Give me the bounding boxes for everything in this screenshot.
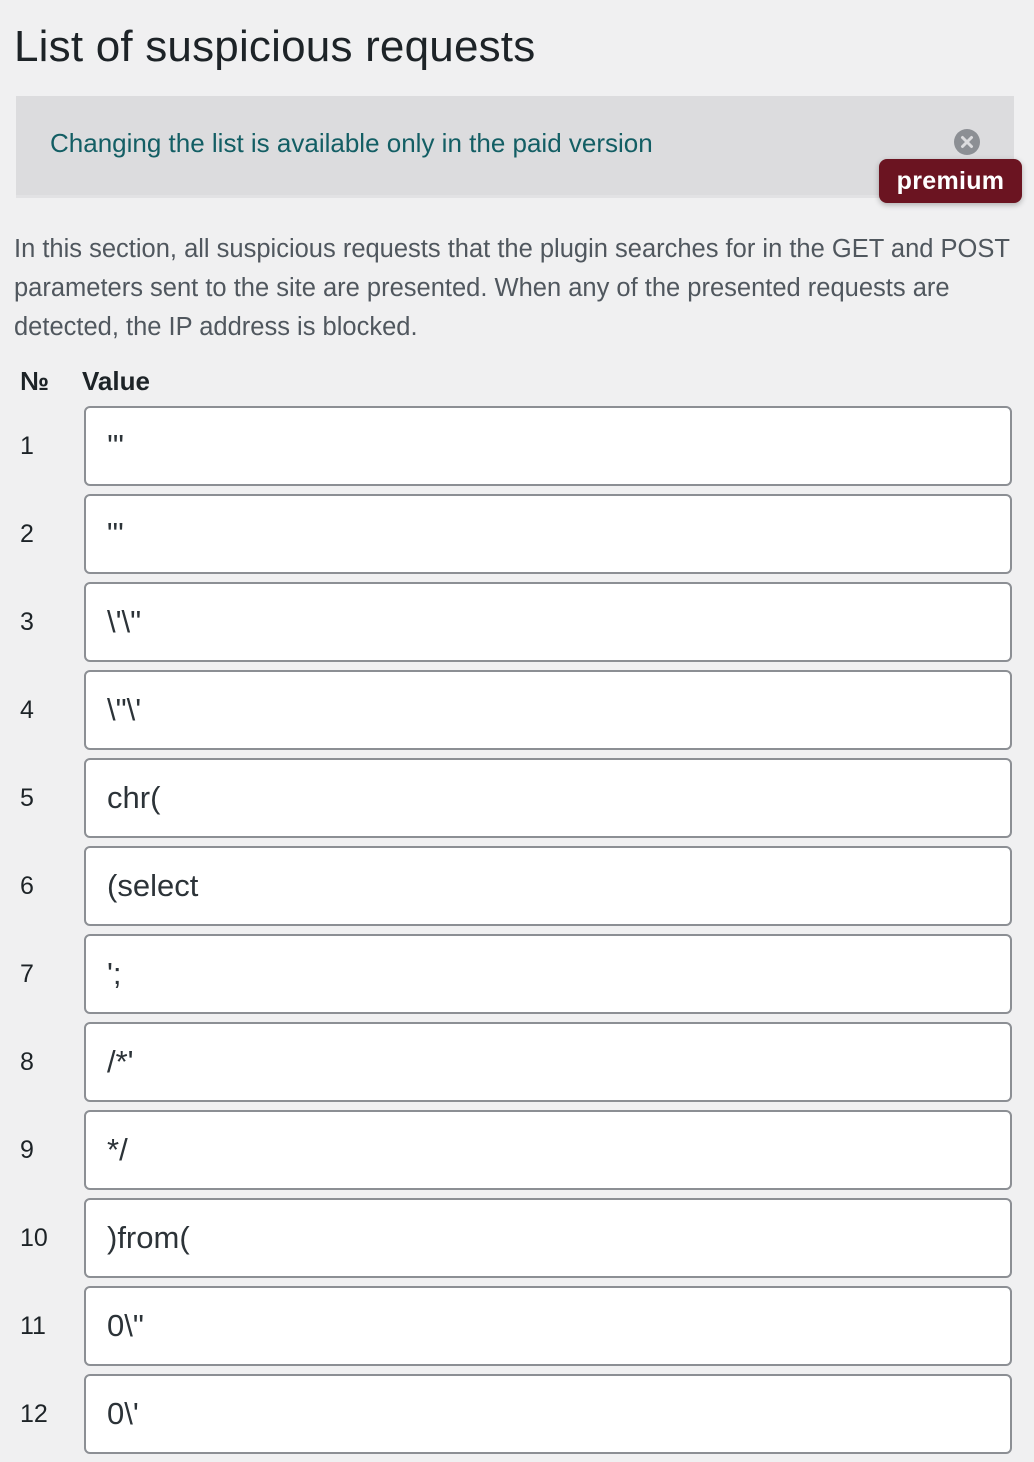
value-input[interactable] xyxy=(84,494,1012,574)
value-input[interactable] xyxy=(84,1198,1012,1278)
value-input[interactable] xyxy=(84,582,1012,662)
premium-notice: Changing the list is available only in t… xyxy=(16,96,1014,198)
table-row: 6 xyxy=(0,846,1034,926)
row-number: 4 xyxy=(20,696,34,724)
value-input[interactable] xyxy=(84,1374,1012,1454)
table-row: 9 xyxy=(0,1110,1034,1190)
row-number: 11 xyxy=(20,1312,46,1340)
notice-message: Changing the list is available only in t… xyxy=(50,128,653,158)
column-header-value: Value xyxy=(82,366,150,396)
column-header-number: № xyxy=(20,366,49,396)
table-row: 4 xyxy=(0,670,1034,750)
table-row: 10 xyxy=(0,1198,1034,1278)
value-input[interactable] xyxy=(84,846,1012,926)
close-circle-icon[interactable] xyxy=(954,129,980,155)
value-input[interactable] xyxy=(84,1286,1012,1366)
row-number: 10 xyxy=(20,1224,48,1252)
row-number: 7 xyxy=(20,960,34,988)
requests-list: 1 2 3 4 5 6 7 8 9 10 11 12 xyxy=(0,406,1034,1462)
value-input[interactable] xyxy=(84,670,1012,750)
table-row: 1 xyxy=(0,406,1034,486)
row-number: 2 xyxy=(20,520,34,548)
value-input[interactable] xyxy=(84,934,1012,1014)
section-description: In this section, all suspicious requests… xyxy=(14,235,1010,341)
premium-badge[interactable]: premium xyxy=(879,159,1022,203)
row-number: 6 xyxy=(20,872,34,900)
table-row: 7 xyxy=(0,934,1034,1014)
row-number: 5 xyxy=(20,784,34,812)
table-row: 5 xyxy=(0,758,1034,838)
value-input[interactable] xyxy=(84,758,1012,838)
table-row: 11 xyxy=(0,1286,1034,1366)
row-number: 1 xyxy=(20,432,34,460)
value-input[interactable] xyxy=(84,406,1012,486)
row-number: 8 xyxy=(20,1048,34,1076)
page-title: List of suspicious requests xyxy=(14,22,536,71)
row-number: 9 xyxy=(20,1136,34,1164)
table-row: 8 xyxy=(0,1022,1034,1102)
row-number: 3 xyxy=(20,608,34,636)
row-number: 12 xyxy=(20,1400,48,1428)
table-row: 12 xyxy=(0,1374,1034,1454)
table-row: 3 xyxy=(0,582,1034,662)
value-input[interactable] xyxy=(84,1022,1012,1102)
table-row: 2 xyxy=(0,494,1034,574)
value-input[interactable] xyxy=(84,1110,1012,1190)
